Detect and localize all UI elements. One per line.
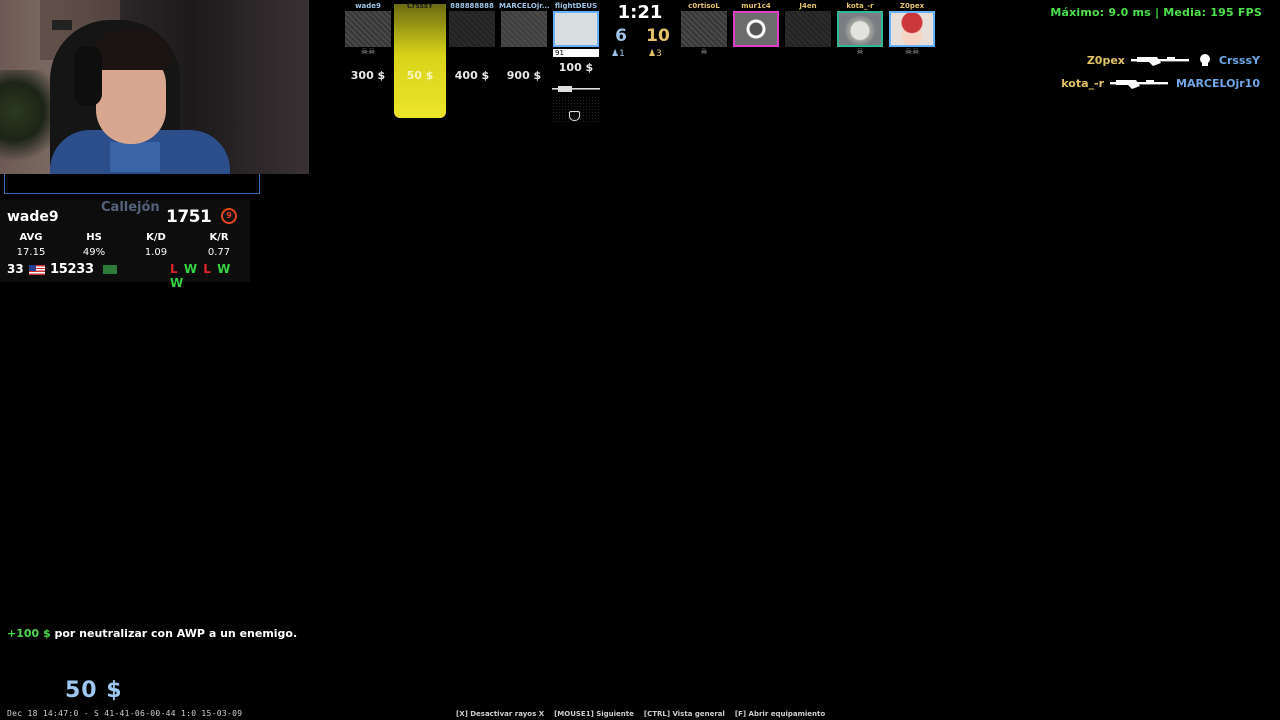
player-name: Z0pex xyxy=(899,2,925,10)
stat-value-avg: 17.15 xyxy=(16,247,46,258)
ct-player-slot[interactable]: flightDEUS 91 100 $ xyxy=(551,0,601,74)
victim-name: MARCELOjr10 xyxy=(1176,76,1260,90)
result-1: W xyxy=(183,262,199,276)
demo-info: Dec 18 14:47:0 - S 41-41-06-00-44 1:0 15… xyxy=(7,709,243,718)
hint-xray: [X] Desactivar rayos X xyxy=(456,710,545,718)
recent-results: L W L W W xyxy=(170,262,250,290)
hint-next: [MOUSE1] Siguiente xyxy=(554,710,634,718)
player-avatar xyxy=(785,11,831,47)
player-money: 50 $ xyxy=(406,69,434,82)
rifle-icon xyxy=(552,86,600,92)
rifle-icon xyxy=(1110,80,1168,89)
status-icon xyxy=(395,47,445,57)
skull-icon: ☠ xyxy=(700,47,708,56)
ct-player-slot[interactable]: MARCELOjr... 900 $ xyxy=(499,0,549,82)
health-bar: 91 xyxy=(553,49,599,57)
t-player-slot[interactable]: mur1c4 xyxy=(731,0,781,57)
stat-header-avg: AVG xyxy=(19,232,43,243)
killer-name: kota_-r xyxy=(1061,76,1104,90)
killfeed-entry: kota_-r MARCELOjr10 xyxy=(1061,76,1260,90)
player-name: J4en xyxy=(799,2,817,10)
player-avatar xyxy=(837,11,883,47)
performance-counter: Máximo: 9.0 ms | Media: 195 FPS xyxy=(1050,6,1262,19)
t-player-slot[interactable]: kota_-r ☠ xyxy=(835,0,885,57)
player-name: wade9 xyxy=(355,2,381,10)
result-2: L xyxy=(203,262,212,276)
player-name: MARCELOjr... xyxy=(499,2,549,10)
ct-player-slot[interactable]: 888888888 400 $ xyxy=(447,0,497,82)
stat-value-kr: 0.77 xyxy=(207,247,231,258)
hint-overview: [CTRL] Vista general xyxy=(643,710,725,718)
status-icon xyxy=(499,47,549,57)
webcam-frame xyxy=(4,174,260,194)
skull-icon: ☠☠ xyxy=(904,47,920,56)
points-value: 15233 xyxy=(50,262,94,277)
player-name: mur1c4 xyxy=(741,2,771,10)
status-icon xyxy=(447,47,497,57)
player-name: flightDEUS xyxy=(554,2,598,10)
stat-value-hs: 49% xyxy=(82,247,106,258)
ct-alive-count: ♟1 xyxy=(611,49,625,59)
player-name: wade9 xyxy=(7,209,59,225)
status-icon xyxy=(783,47,833,57)
player-avatar xyxy=(889,11,935,47)
map-name: Callejón xyxy=(101,200,160,215)
player-avatar xyxy=(449,11,495,47)
player-money: 300 $ xyxy=(350,69,386,82)
reward-text: por neutralizar con AWP a un enemigo. xyxy=(50,627,298,640)
player-avatar xyxy=(501,11,547,47)
skull-icon: ☠☠ xyxy=(360,47,376,56)
player-avatar xyxy=(553,11,599,47)
status-icon xyxy=(731,47,781,57)
player-name: c0rtisoL xyxy=(688,2,720,10)
player-stats-panel: wade9 Callejón 1751 9 AVG HS K/D K/R 17.… xyxy=(0,200,250,290)
stat-header-kd: K/D xyxy=(146,232,166,243)
defuse-kit-icon xyxy=(569,111,580,121)
player-avatar xyxy=(345,11,391,47)
ct-score: 6 xyxy=(615,26,627,46)
t-player-slot[interactable]: J4en xyxy=(783,0,833,57)
headshot-icon xyxy=(1199,54,1210,66)
killfeed-entry: Z0pex CrsssY xyxy=(1087,53,1260,67)
ct-player-slot[interactable]: CrsssY 50 $ xyxy=(395,0,445,82)
result-3: W xyxy=(217,262,232,276)
elo-value: 1751 xyxy=(166,207,212,227)
stat-header-hs: HS xyxy=(86,232,102,243)
player-avatar xyxy=(733,11,779,47)
kill-reward-message: +100 $ por neutralizar con AWP a un enem… xyxy=(7,627,297,640)
stat-value-kd: 1.09 xyxy=(144,247,168,258)
result-0: L xyxy=(170,262,179,276)
skull-icon: ☠ xyxy=(856,47,864,56)
player-name: 888888888 xyxy=(450,2,494,10)
player-avatar xyxy=(397,11,443,47)
webcam-feed xyxy=(0,0,309,174)
t-alive-count: ♟3 xyxy=(648,49,662,59)
us-flag-icon xyxy=(29,265,45,275)
player-name: kota_-r xyxy=(846,2,874,10)
player-money: 100 $ xyxy=(558,61,594,74)
stat-header-kr: K/R xyxy=(209,232,229,243)
hint-equipment: [F] Abrir equipamiento xyxy=(734,710,826,718)
t-score: 10 xyxy=(646,26,670,46)
ct-player-slot[interactable]: wade9 ☠☠ 300 $ xyxy=(343,0,393,82)
victim-name: CrsssY xyxy=(1218,53,1260,67)
reward-amount: +100 $ xyxy=(7,627,51,640)
player-name: CrsssY xyxy=(406,2,434,10)
player-money-display: 50 $ xyxy=(65,678,123,703)
rank-number: 33 xyxy=(7,262,24,276)
rifle-icon xyxy=(1130,57,1189,66)
killer-name: Z0pex xyxy=(1086,53,1125,67)
t-player-slot[interactable]: c0rtisoL ☠ xyxy=(679,0,729,57)
level-badge-icon: 9 xyxy=(221,208,237,224)
round-timer: 1:21 xyxy=(617,2,663,23)
player-money: 900 $ xyxy=(506,69,542,82)
key-hints: [X] Desactivar rayos X [MOUSE1] Siguient… xyxy=(456,710,825,718)
region-flag-icon xyxy=(103,265,117,274)
t-player-slot[interactable]: Z0pex ☠☠ xyxy=(887,0,937,57)
player-money: 400 $ xyxy=(454,69,490,82)
player-avatar xyxy=(681,11,727,47)
result-4: W xyxy=(170,276,185,290)
